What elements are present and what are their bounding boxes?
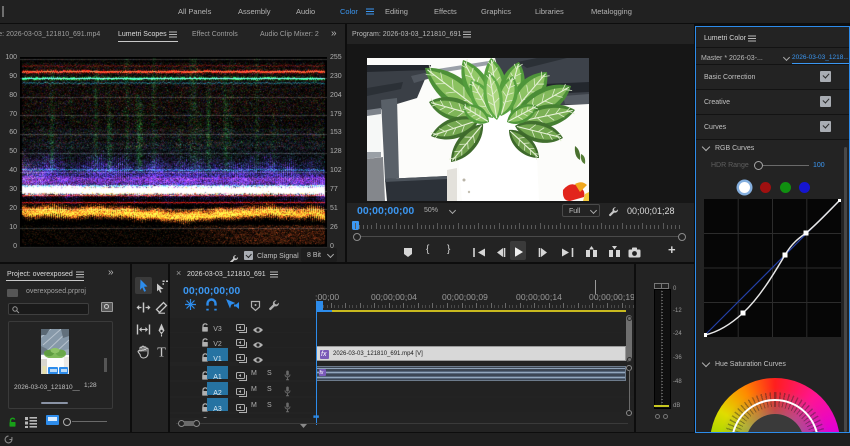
svg-text:T: T [157,346,166,361]
